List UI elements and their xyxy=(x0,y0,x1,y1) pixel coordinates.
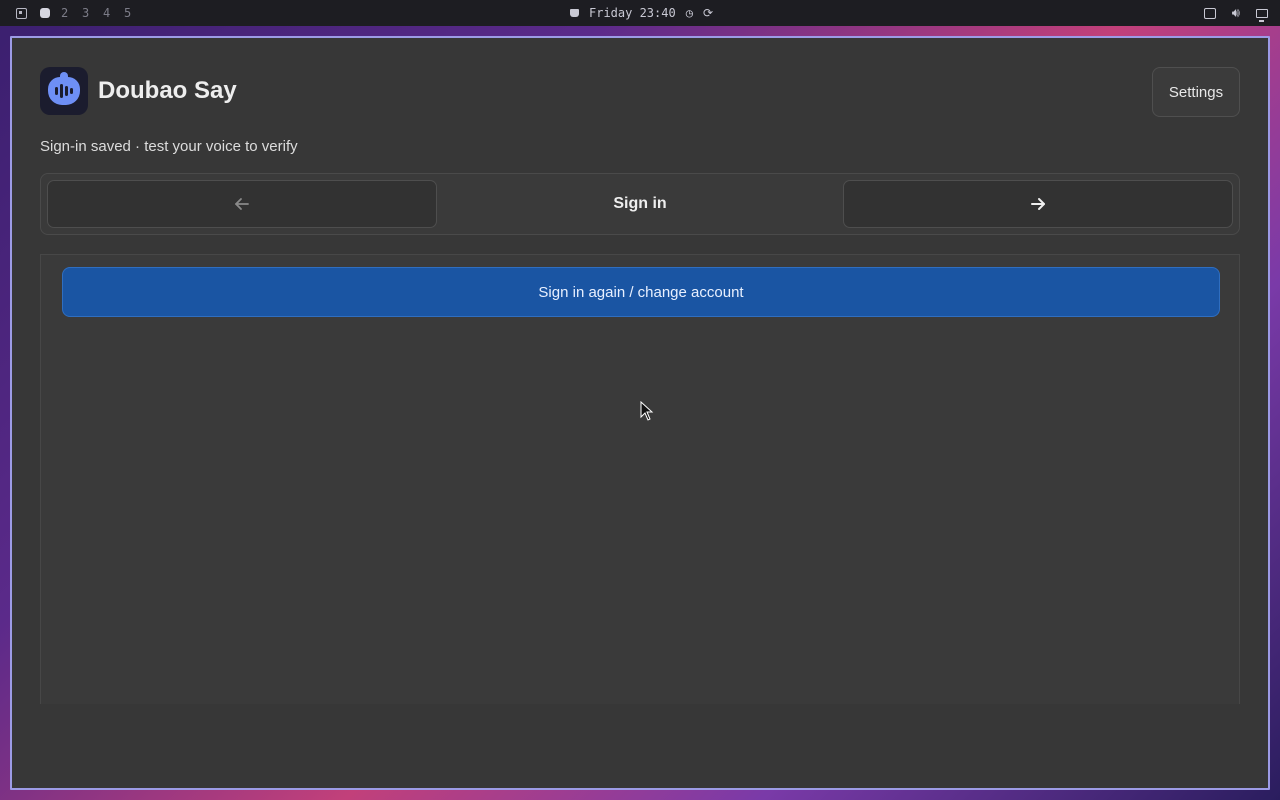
status-text: Sign-in saved · test your voice to verif… xyxy=(40,138,298,155)
step-label: Sign in xyxy=(613,195,667,212)
workspace-2[interactable]: 2 xyxy=(61,6,82,20)
next-step-button[interactable] xyxy=(843,180,1233,228)
app-header: Doubao Say xyxy=(40,67,237,115)
coffee-icon[interactable] xyxy=(570,9,579,17)
arrow-right-icon xyxy=(1031,198,1045,210)
previous-step-button[interactable] xyxy=(47,180,437,228)
volume-icon[interactable]: 🔊︎ xyxy=(1232,6,1240,21)
display-icon[interactable] xyxy=(1256,8,1268,22)
voice-bubble-icon xyxy=(40,67,88,115)
sign-in-again-button[interactable]: Sign in again / change account xyxy=(62,267,1220,317)
arrow-left-icon xyxy=(235,198,249,210)
step-navigator: Sign in xyxy=(40,173,1240,235)
settings-button[interactable]: Settings xyxy=(1152,67,1240,117)
refresh-icon[interactable]: ⟳ xyxy=(703,6,713,20)
mouse-cursor-icon xyxy=(640,401,654,421)
workspace-switcher: 2 3 4 5 xyxy=(0,6,145,20)
active-workspace-icon[interactable] xyxy=(40,8,50,18)
timer-icon[interactable]: ◷ xyxy=(686,6,693,20)
layout-icon[interactable] xyxy=(16,7,27,19)
top-bar: 2 3 4 5 Friday 23:40 ◷ ⟳ 🔊︎ xyxy=(0,0,1280,26)
workspace-3[interactable]: 3 xyxy=(82,6,103,20)
workspace-4[interactable]: 4 xyxy=(103,6,124,20)
app-title: Doubao Say xyxy=(98,77,237,104)
tray-app-icon[interactable] xyxy=(1203,7,1216,19)
system-tray: 🔊︎ xyxy=(1203,0,1268,26)
clock-text[interactable]: Friday 23:40 xyxy=(589,6,676,20)
workspace-5[interactable]: 5 xyxy=(124,6,145,20)
content-panel: Sign in again / change account xyxy=(40,254,1240,704)
clock-area: Friday 23:40 ◷ ⟳ xyxy=(570,0,713,26)
